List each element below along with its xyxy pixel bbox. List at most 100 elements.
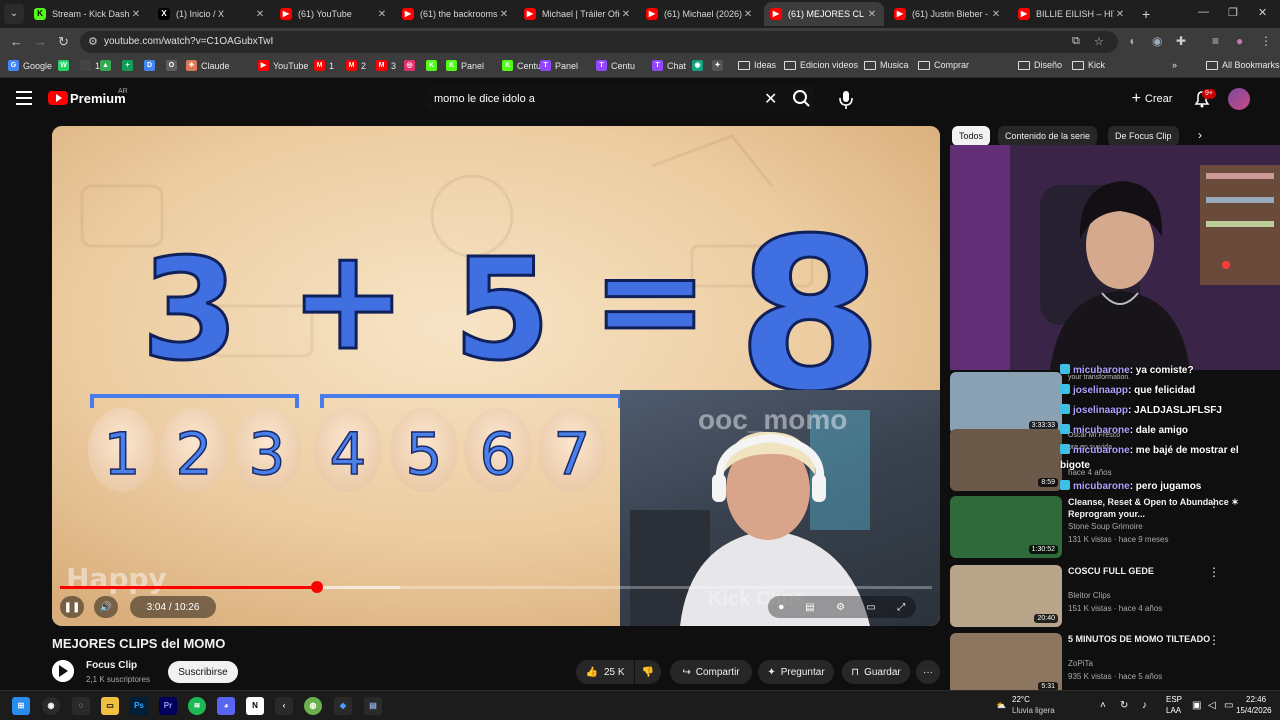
tab-search-button[interactable]: ⌄ — [4, 4, 24, 24]
weather-icon[interactable]: ⛅ — [992, 697, 1010, 715]
recommended-video[interactable]: 1:30:52 Cleanse, Reset & Open to Abundanc… — [950, 496, 1280, 558]
close-tab-icon[interactable]: ✕ — [866, 9, 878, 20]
keyboard-layout[interactable]: LAA — [1166, 706, 1181, 715]
extension-icon[interactable]: ◖ — [1128, 34, 1135, 48]
search-query[interactable]: momo le dice idolo a — [434, 93, 535, 105]
bookmark-star-icon[interactable]: ☆ — [1094, 35, 1104, 48]
bookmark-folder[interactable]: Comprar — [918, 60, 969, 70]
bookmark-folder[interactable]: Diseño — [1018, 60, 1062, 70]
video-player[interactable]: 3 + 5 = 8 1234567 Happy ooc_momo Kick Cl… — [52, 126, 940, 626]
like-button[interactable]: 👍 25 K — [576, 660, 634, 684]
bookmark-folder[interactable]: Ideas — [738, 60, 776, 70]
video-thumbnail[interactable]: 1:30:52 — [950, 496, 1062, 558]
chip-channel[interactable]: De Focus Clip — [1108, 126, 1179, 146]
bookmark-item[interactable]: ◉ — [692, 60, 707, 71]
close-tab-icon[interactable]: ✕ — [742, 9, 754, 20]
search-button[interactable] — [786, 85, 818, 113]
close-window-icon[interactable]: ✕ — [1258, 6, 1267, 19]
back-icon[interactable]: ← — [10, 34, 23, 49]
photoshop-icon[interactable]: Ps — [130, 697, 148, 715]
close-tab-icon[interactable]: ✕ — [254, 9, 266, 20]
clock-date[interactable]: 15/4/2026 — [1236, 706, 1272, 715]
weather-description[interactable]: Lluvia ligera — [1012, 706, 1055, 715]
install-app-icon[interactable]: ⧉ — [1072, 35, 1080, 48]
all-bookmarks-button[interactable]: All Bookmarks — [1206, 60, 1280, 70]
tray-overflow-icon[interactable]: ˄ — [1100, 700, 1106, 711]
forward-icon[interactable]: → — [34, 34, 47, 49]
speaker-icon[interactable]: ◁ — [1208, 700, 1216, 711]
chip-todos[interactable]: Todos — [952, 126, 991, 146]
app-icon[interactable]: ‹ — [275, 697, 293, 715]
reload-icon[interactable]: ↻ — [58, 34, 69, 50]
app-icon[interactable]: ◆ — [334, 697, 352, 715]
more-actions-button[interactable]: ··· — [916, 660, 940, 684]
restore-icon[interactable]: ❐ — [1228, 6, 1238, 19]
bookmark-item[interactable]: ◎ — [404, 60, 419, 71]
chips-next-icon[interactable]: › — [1198, 128, 1202, 142]
browser-tab[interactable]: ▶ (61) MEJORES CL ✕ — [764, 2, 884, 26]
bookmark-item[interactable]: W — [58, 60, 73, 71]
network-icon[interactable]: ▣ — [1192, 700, 1201, 711]
voice-search-button[interactable] — [832, 85, 860, 113]
close-tab-icon[interactable]: ✕ — [130, 9, 142, 20]
create-button[interactable]: + Crear — [1122, 86, 1182, 112]
bookmark-item[interactable]: ▶ YouTube — [258, 60, 308, 71]
video-options-icon[interactable]: ⋮ — [1208, 565, 1220, 579]
bookmark-item[interactable]: ✦ — [712, 60, 727, 71]
spotify-icon[interactable]: ≋ — [188, 697, 206, 715]
share-button[interactable]: ↪ Compartir — [670, 660, 752, 684]
battery-icon[interactable]: ▭ — [1224, 700, 1233, 711]
bookmark-item[interactable]: T Centu — [596, 60, 635, 71]
video-thumbnail[interactable]: 8:59 — [950, 429, 1062, 491]
search-input[interactable]: momo le dice idolo a ✕ — [424, 85, 814, 113]
weather-temperature[interactable]: 22°C — [1012, 695, 1030, 704]
minimize-icon[interactable]: — — [1198, 6, 1209, 18]
bookmark-item[interactable]: M2 — [346, 60, 366, 71]
browser-tab[interactable]: ▶ (61) YouTube ✕ — [274, 2, 394, 26]
video-options-icon[interactable]: ⋮ — [1208, 496, 1220, 510]
premiere-icon[interactable]: Pr — [159, 697, 177, 715]
bookmark-folder[interactable]: Kick — [1072, 60, 1105, 70]
app-icon[interactable]: ◌ — [72, 697, 90, 715]
recommended-title[interactable]: Cleanse, Reset & Open to Abundance ✶ Rep… — [1068, 496, 1248, 520]
bookmark-item[interactable]: G Google — [8, 60, 52, 71]
bookmark-folder[interactable]: Edicion videos — [784, 60, 858, 70]
file-explorer-icon[interactable]: ▭ — [101, 697, 119, 715]
subscribe-button[interactable]: Suscribirse — [168, 661, 238, 683]
fullscreen-icon[interactable]: ⤢ — [897, 602, 905, 613]
extension-icon[interactable]: ◉ — [1152, 34, 1162, 48]
video-options-icon[interactable]: ⋮ — [1208, 633, 1220, 647]
bookmark-item[interactable]: K Panel — [446, 60, 484, 71]
bookmark-item[interactable]: + — [122, 60, 137, 71]
reading-list-icon[interactable]: ≡ — [1212, 34, 1219, 48]
recommended-video[interactable]: 20:40 COSCU FULL GEDE Bleitor Clips 151 K v… — [950, 565, 1280, 627]
browser-tab[interactable]: K Stream - Kick Dashbo✕ — [28, 2, 148, 26]
ask-button[interactable]: ✦ Preguntar — [758, 660, 834, 684]
notion-icon[interactable]: N — [246, 697, 264, 715]
close-tab-icon[interactable]: ✕ — [620, 9, 632, 20]
browser-menu-icon[interactable]: ⋮ — [1260, 34, 1272, 48]
tray-mic-icon[interactable]: ♪ — [1142, 700, 1147, 711]
close-tab-icon[interactable]: ✕ — [376, 9, 388, 20]
chip-series[interactable]: Contenido de la serie — [998, 126, 1098, 146]
clock-time[interactable]: 22:46 — [1246, 695, 1266, 704]
account-avatar[interactable] — [1228, 88, 1250, 110]
pause-button[interactable]: ❚❚ — [60, 596, 84, 618]
close-tab-icon[interactable]: ✕ — [498, 9, 510, 20]
bookmark-folder[interactable]: Musica — [864, 60, 909, 70]
dislike-button[interactable]: 👎 — [635, 660, 661, 684]
browser-tab[interactable]: ▶ BILLIE EILISH – HIT M✕ — [1012, 2, 1132, 26]
bookmark-item[interactable]: ▲ — [100, 60, 115, 71]
browser-tab[interactable]: ▶ (61) Justin Bieber - D ✕ — [888, 2, 1008, 26]
browser-tab[interactable]: X (1) Inicio / X ✕ — [152, 2, 272, 26]
youtube-logo-icon[interactable] — [48, 91, 68, 105]
clear-search-icon[interactable]: ✕ — [764, 89, 777, 109]
new-tab-button[interactable]: + — [1136, 2, 1156, 26]
discord-icon[interactable]: ◕ — [217, 697, 235, 715]
close-tab-icon[interactable]: ✕ — [1114, 9, 1126, 20]
bookmark-item[interactable]: K Centu — [502, 60, 541, 71]
menu-icon[interactable] — [16, 91, 32, 105]
address-bar[interactable]: ⚙ youtube.com/watch?v=C1OAGubxTwI ⧉ ☆ — [80, 31, 1118, 53]
theater-mode-icon[interactable]: ▭ — [866, 602, 875, 613]
bookmark-item[interactable]: D — [144, 60, 159, 71]
